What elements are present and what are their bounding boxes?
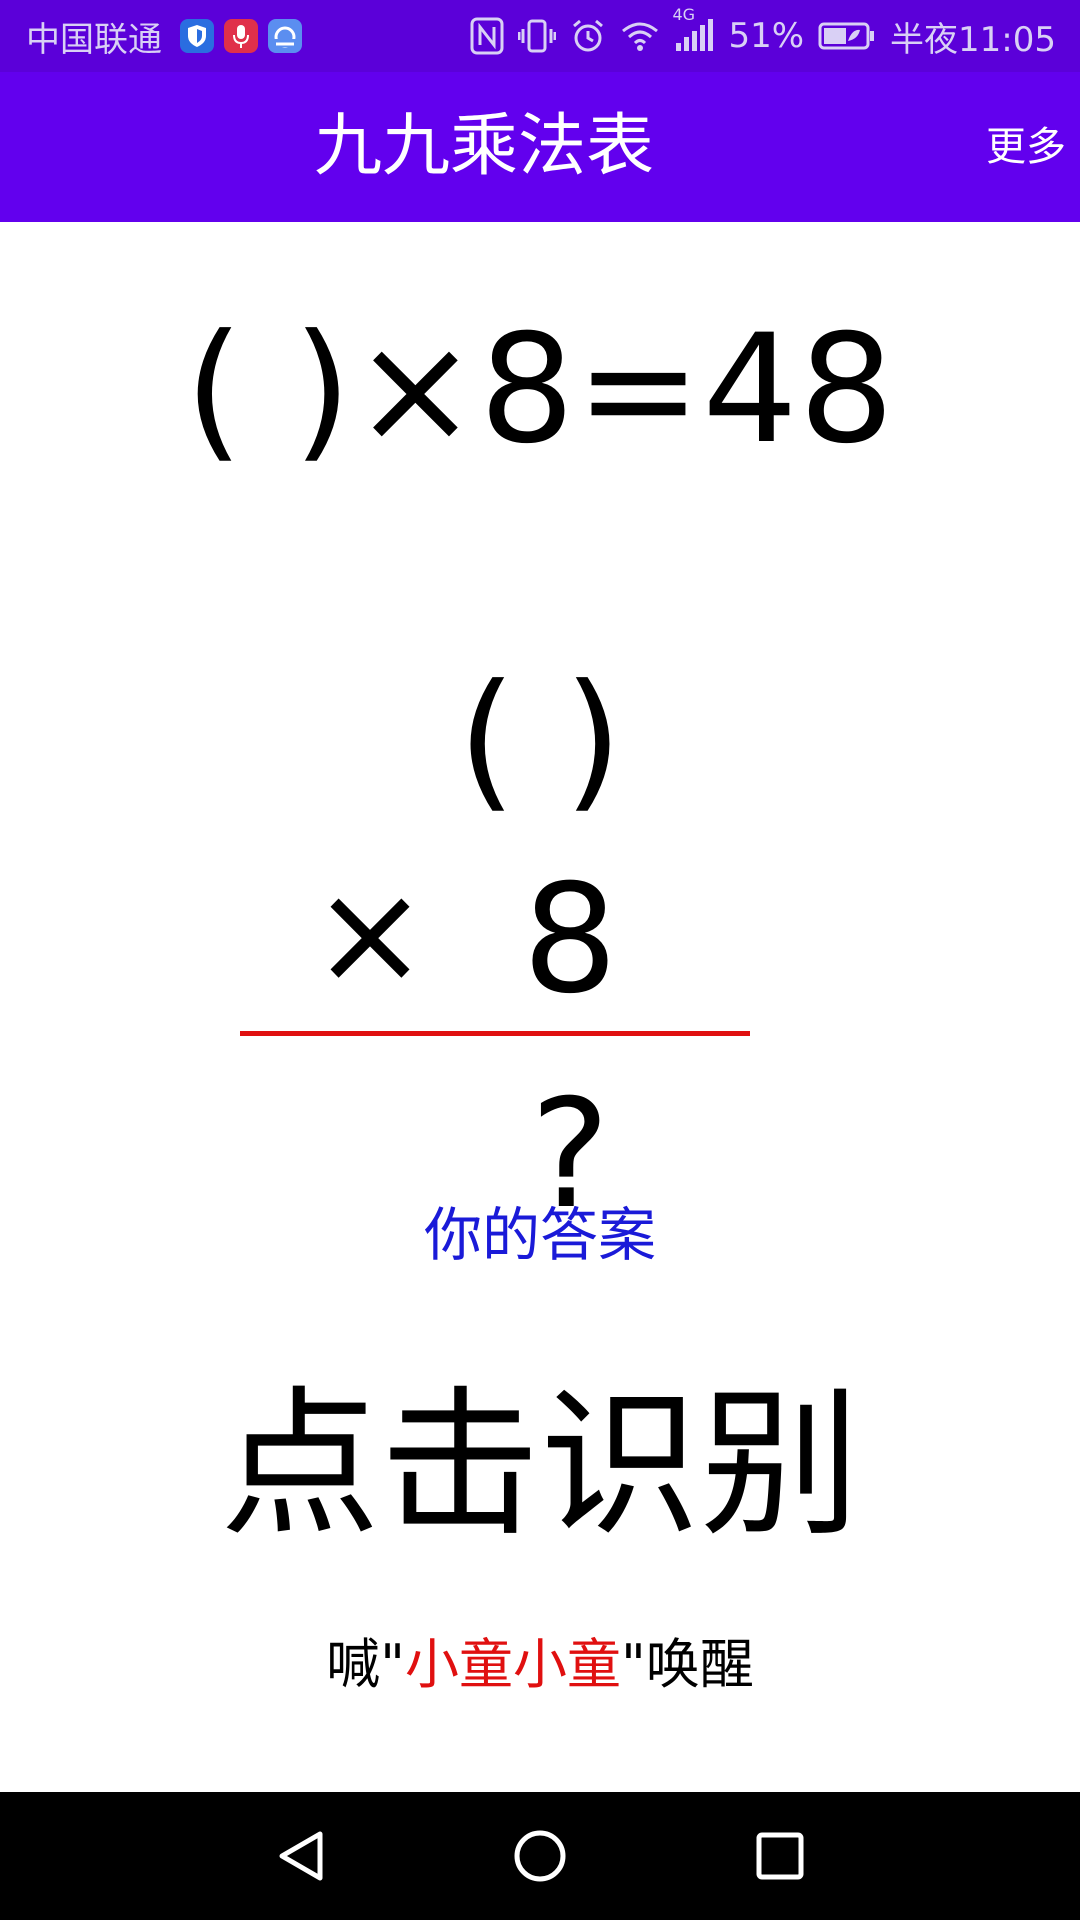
home-icon[interactable] (500, 1816, 580, 1896)
vertical-multiplier: 8 (522, 853, 618, 1027)
app-bar: 九九乘法表 更多 (0, 72, 1080, 222)
clock: 半夜11:05 (890, 19, 1056, 60)
battery-percent: 51% (728, 16, 805, 56)
your-answer-label: 你的答案 (423, 1201, 656, 1269)
network-type-label: 4G (672, 5, 696, 24)
wake-hint: 喊"小童小童"唤醒 (0, 1630, 1080, 1700)
nfc-icon (470, 17, 504, 55)
more-button[interactable]: 更多 (986, 122, 1066, 172)
app-title: 九九乘法表 (313, 107, 654, 186)
wifi-icon (620, 19, 660, 53)
wake-hint-prefix: 喊" (326, 1633, 405, 1696)
signal-icon: 4G (672, 5, 714, 53)
vibrate-icon (518, 17, 557, 55)
alarm-icon (570, 18, 606, 54)
battery-icon (818, 21, 876, 51)
cloud-app-icon (268, 19, 302, 53)
recents-icon[interactable] (740, 1816, 820, 1896)
shield-app-icon (180, 19, 214, 53)
vertical-factor-blank: ( ) (457, 653, 623, 827)
status-left: 中国联通 (26, 0, 302, 72)
screen: 中国联通 4G 51% 半夜11:05 九九乘法表 更多 ()×8=48 (… (0, 0, 1080, 1920)
carrier-name: 中国联通 (26, 19, 162, 60)
microphone-app-icon (224, 19, 258, 53)
recognize-button[interactable]: 点击识别 (200, 1380, 880, 1550)
result-divider-line (240, 1031, 750, 1036)
equation-text: ( )×8=48 (184, 303, 896, 477)
back-icon[interactable] (262, 1816, 342, 1896)
status-bar: 中国联通 4G 51% 半夜11:05 (0, 0, 1080, 72)
multiply-operator: × (311, 853, 429, 1016)
navigation-bar (0, 1792, 1080, 1920)
wake-word: 小童小童 (405, 1633, 621, 1696)
wake-hint-suffix: "唤醒 (621, 1633, 754, 1696)
status-right: 4G 51% 半夜11:05 (470, 0, 1056, 72)
